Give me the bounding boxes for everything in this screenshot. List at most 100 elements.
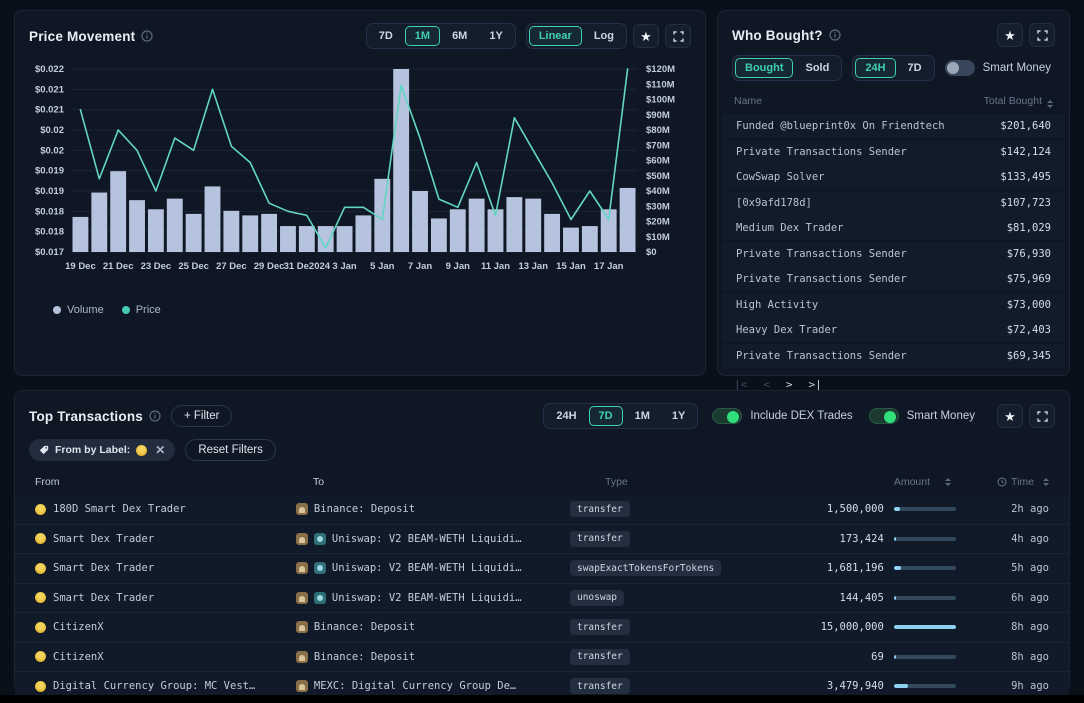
star-icon: ★ [1004,410,1016,423]
column-to[interactable]: To [313,476,605,488]
option-log[interactable]: Log [584,26,624,46]
expand-icon [1037,411,1048,422]
option-sold[interactable]: Sold [795,58,839,78]
table-row[interactable]: High Activity$73,000 [722,293,1065,317]
price-chart[interactable]: $0.022$0.021$0.021$0.02$0.02$0.019$0.019… [15,55,705,296]
chart-legend: Volume Price [15,296,705,316]
price-movement-title: Price Movement [29,29,135,44]
include-dex-trades-toggle[interactable] [712,408,742,424]
option-24h[interactable]: 24H [546,406,586,426]
table-row[interactable]: CitizenXBinance: Deposittransfer15,000,0… [15,613,1069,643]
table-row[interactable]: Private Transactions Sender$75,969 [722,267,1065,291]
coin-icon [35,592,46,603]
token-icon [314,562,326,574]
table-row[interactable]: Smart Dex TraderUniswap: V2 BEAM-WETH Li… [15,525,1069,555]
toggle-label: Include DEX Trades [750,410,852,422]
token-icon [314,533,326,545]
favorite-button[interactable]: ★ [997,404,1023,428]
option-7d[interactable]: 7D [369,26,403,46]
svg-text:3 Jan: 3 Jan [332,261,356,272]
option-7d[interactable]: 7D [898,58,932,78]
table-row[interactable]: Smart Dex TraderUniswap: V2 BEAM-WETH Li… [15,554,1069,584]
table-row[interactable]: Smart Dex TraderUniswap: V2 BEAM-WETH Li… [15,584,1069,614]
exchange-icon [296,592,308,604]
svg-text:$70M: $70M [646,140,670,151]
type-badge: unoswap [570,590,624,606]
expand-icon [1037,30,1048,41]
svg-text:$0.019: $0.019 [35,166,64,177]
table-row[interactable]: Medium Dex Trader$81,029 [722,216,1065,240]
price-range-options: 7D1M6M1Y [366,23,516,49]
amount-bar [894,507,956,511]
svg-text:15 Jan: 15 Jan [556,261,586,272]
option-linear[interactable]: Linear [529,26,582,46]
table-row[interactable]: Private Transactions Sender$69,345 [722,344,1065,368]
token-icon [314,592,326,604]
transactions-range-options: 24H7D1M1Y [543,403,698,429]
favorite-button[interactable]: ★ [633,24,659,48]
expand-button[interactable] [1029,23,1055,47]
remove-filter-icon[interactable]: ✕ [155,443,165,457]
smart-money-toggle[interactable] [945,60,975,76]
column-total-bought[interactable]: Total Bought [984,95,1053,108]
option-6m[interactable]: 6M [442,26,477,46]
option-1y[interactable]: 1Y [479,26,512,46]
svg-text:11 Jan: 11 Jan [481,261,510,272]
svg-text:$60M: $60M [646,156,670,167]
table-row[interactable]: Heavy Dex Trader$72,403 [722,318,1065,342]
svg-text:$40M: $40M [646,186,670,197]
clock-icon [997,477,1007,487]
svg-text:31 De2024: 31 De2024 [284,261,331,272]
svg-text:$100M: $100M [646,95,675,106]
column-type[interactable]: Type [605,476,820,488]
legend-dot [53,306,61,314]
svg-text:$0.02: $0.02 [40,145,64,156]
type-badge: transfer [570,619,630,635]
svg-text:$120M: $120M [646,64,675,75]
table-row[interactable]: Funded @blueprint0x On Friendtech$201,64… [722,114,1065,138]
svg-text:$0.02: $0.02 [40,125,64,136]
favorite-button[interactable]: ★ [997,23,1023,47]
sort-icon [1043,478,1049,486]
table-row[interactable]: Private Transactions Sender$142,124 [722,140,1065,164]
column-name[interactable]: Name [734,95,762,108]
option-7d[interactable]: 7D [589,406,623,426]
exchange-icon [296,533,308,545]
option-1m[interactable]: 1M [405,26,440,46]
amount-bar [894,566,956,570]
option-bought[interactable]: Bought [735,58,793,78]
legend-volume[interactable]: Volume [53,304,104,316]
bottom-strip [0,695,1084,703]
amount-bar [894,596,956,600]
svg-text:$0.018: $0.018 [35,227,64,238]
svg-text:$0.022: $0.022 [35,64,64,75]
table-row[interactable]: 180D Smart Dex TraderBinance: Deposittra… [15,495,1069,525]
expand-button[interactable] [665,24,691,48]
svg-text:25 Dec: 25 Dec [178,261,209,272]
table-row[interactable]: Private Transactions Sender$76,930 [722,242,1065,266]
svg-text:$90M: $90M [646,110,670,121]
table-row[interactable]: [0x9afd178d]$107,723 [722,191,1065,215]
column-amount[interactable]: Amount [894,476,951,488]
bought-sold-toggle: BoughtSold [732,55,842,81]
reset-filters-button[interactable]: Reset Filters [185,439,276,461]
svg-text:$10M: $10M [646,232,670,243]
sort-icon [945,478,951,486]
transactions-toggles: Include DEX TradesSmart Money [712,408,991,424]
add-filter-button[interactable]: + Filter [171,405,232,427]
smart-money-toggle[interactable] [869,408,899,424]
svg-text:17 Jan: 17 Jan [594,261,624,272]
svg-text:23 Dec: 23 Dec [141,261,172,272]
option-1m[interactable]: 1M [625,406,660,426]
table-row[interactable]: CowSwap Solver$133,495 [722,165,1065,189]
column-time[interactable]: Time [971,476,1049,488]
option-1y[interactable]: 1Y [662,406,695,426]
column-from[interactable]: From [35,476,313,488]
svg-text:$0.019: $0.019 [35,186,64,197]
expand-button[interactable] [1029,404,1055,428]
option-24h[interactable]: 24H [855,58,895,78]
legend-price[interactable]: Price [122,304,161,316]
svg-text:$110M: $110M [646,79,675,90]
table-row[interactable]: CitizenXBinance: Deposittransfer698h ago [15,643,1069,673]
filter-chip-from-by-label[interactable]: From by Label: ✕ [29,439,175,461]
